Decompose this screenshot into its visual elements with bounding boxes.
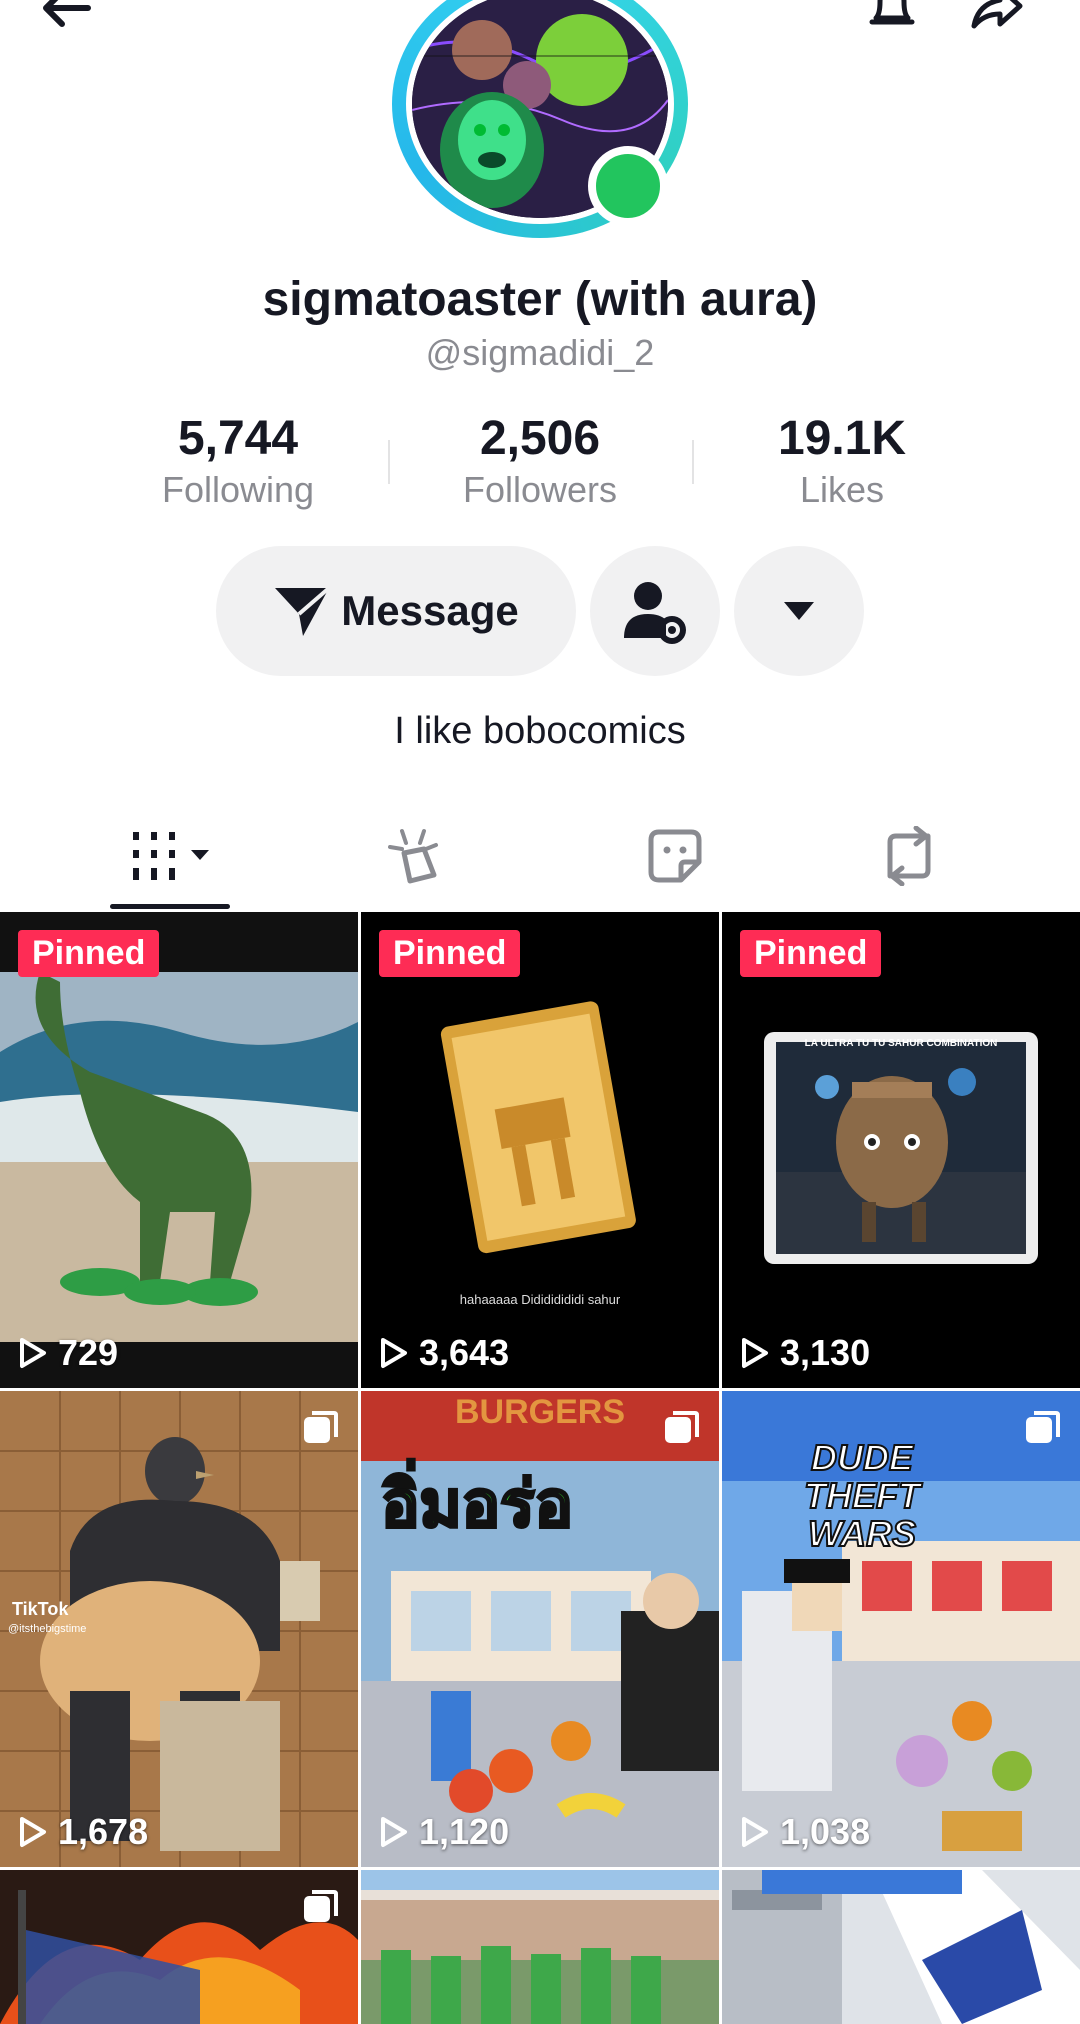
watermark-handle: @itsthebigstime	[8, 1623, 87, 1635]
play-icon	[742, 1817, 768, 1847]
following-count: 5,744	[177, 412, 299, 465]
content-tabs	[0, 800, 1080, 912]
video-thumbnail	[722, 912, 1080, 1388]
video-thumbnail	[722, 1870, 1080, 2024]
repost-icon	[887, 826, 931, 886]
video-thumbnail	[361, 1870, 719, 2024]
video-grid: Pinned 729 hahaaaaa Didididididi sahur P…	[0, 912, 1080, 2024]
sparkle-icon	[388, 829, 438, 884]
likes-label: Likes	[799, 469, 885, 510]
profile-bio: I like bobocomics	[394, 710, 686, 752]
multi-photo-icon	[304, 1411, 338, 1443]
tab-reposts[interactable]	[282, 800, 552, 912]
view-count: 1,120	[379, 1811, 509, 1853]
back-arrow-icon[interactable]	[36, 0, 96, 38]
play-icon	[381, 1817, 407, 1847]
active-tab-indicator	[110, 904, 230, 909]
video-tile[interactable]: hahaaaaa Didididididi sahur Pinned 3,643	[361, 912, 719, 1388]
tab-favorites[interactable]	[540, 800, 810, 912]
video-thumbnail	[361, 912, 719, 1388]
thumbnail-overlay-text: DUDE THEFT WARS	[803, 1437, 921, 1554]
grid-icon	[133, 832, 209, 880]
view-count-value: 3,130	[780, 1332, 871, 1373]
play-icon	[20, 1817, 46, 1847]
pinned-badge: Pinned	[379, 930, 521, 977]
profile-stats: 5,744 Following 2,506 Followers 19.1K Li…	[0, 410, 1080, 520]
video-tile[interactable]: LA ULTRA TU TU SAHUR COMBINATION Pinned …	[722, 912, 1080, 1388]
user-settings-icon	[624, 582, 686, 644]
view-count-value: 3,643	[419, 1332, 510, 1373]
likes-count: 19.1K	[777, 412, 907, 465]
username-handle: @sigmadidi_2	[425, 332, 655, 373]
view-count: 729	[18, 1332, 118, 1374]
tab-videos[interactable]	[35, 800, 305, 912]
display-name: sigmatoaster (with aura)	[262, 273, 818, 326]
message-button[interactable]: Message	[216, 546, 576, 676]
sticker-icon	[648, 829, 702, 883]
profile-actions: Message	[0, 546, 1080, 676]
followers-count: 2,506	[479, 412, 601, 465]
stat-divider	[388, 440, 390, 484]
play-icon	[20, 1338, 46, 1368]
view-count-value: 1,678	[58, 1811, 149, 1852]
pinned-badge: Pinned	[18, 930, 160, 977]
video-tile[interactable]	[0, 1870, 358, 2024]
online-status-dot	[588, 146, 668, 226]
tiktok-watermark: TikTok	[12, 1599, 69, 1619]
view-count: 1,678	[18, 1811, 148, 1853]
stat-followers[interactable]: 2,506 Followers	[410, 410, 670, 512]
play-icon	[742, 1338, 768, 1368]
following-label: Following	[161, 469, 315, 510]
video-caption: hahaaaaa Didididididi sahur	[459, 1292, 621, 1307]
view-count-value: 729	[58, 1332, 119, 1373]
tab-repost[interactable]	[774, 800, 1044, 912]
view-count: 3,130	[740, 1332, 870, 1374]
share-icon[interactable]	[966, 0, 1026, 38]
stat-likes[interactable]: 19.1K Likes	[712, 410, 972, 512]
video-caption: LA ULTRA TU TU SAHUR COMBINATION	[804, 1038, 998, 1049]
multi-photo-icon	[304, 1890, 338, 1922]
pinned-badge: Pinned	[740, 930, 882, 977]
multi-photo-icon	[665, 1411, 699, 1443]
profile-avatar[interactable]	[392, 0, 688, 238]
video-thumbnail	[0, 912, 358, 1388]
message-label: Message	[341, 587, 519, 634]
chevron-down-icon	[784, 602, 814, 620]
play-icon	[381, 1338, 407, 1368]
view-count-value: 1,038	[780, 1811, 871, 1852]
bell-icon[interactable]	[862, 0, 922, 38]
more-options-button[interactable]	[734, 546, 864, 676]
thumbnail-overlay-text: อิ่มอร่อ	[380, 1467, 575, 1542]
stat-following[interactable]: 5,744 Following	[108, 410, 368, 512]
view-count: 1,038	[740, 1811, 870, 1853]
followers-label: Followers	[462, 469, 618, 510]
follow-settings-button[interactable]	[590, 546, 720, 676]
multi-photo-icon	[1026, 1411, 1060, 1443]
stat-divider	[692, 440, 694, 484]
video-tile[interactable]: DUDE THEFT WARS 1,038	[722, 1391, 1080, 1867]
video-tile[interactable]: TikTok @itsthebigstime 1,678	[0, 1391, 358, 1867]
view-count: 3,643	[379, 1332, 509, 1374]
video-tile[interactable]	[722, 1870, 1080, 2024]
video-tile[interactable]: BURGERS อิ่มอร่อ 1,120	[361, 1391, 719, 1867]
view-count-value: 1,120	[419, 1811, 510, 1852]
video-tile[interactable]: Pinned 729	[0, 912, 358, 1388]
video-tile[interactable]	[361, 1870, 719, 2024]
send-icon	[275, 586, 331, 636]
